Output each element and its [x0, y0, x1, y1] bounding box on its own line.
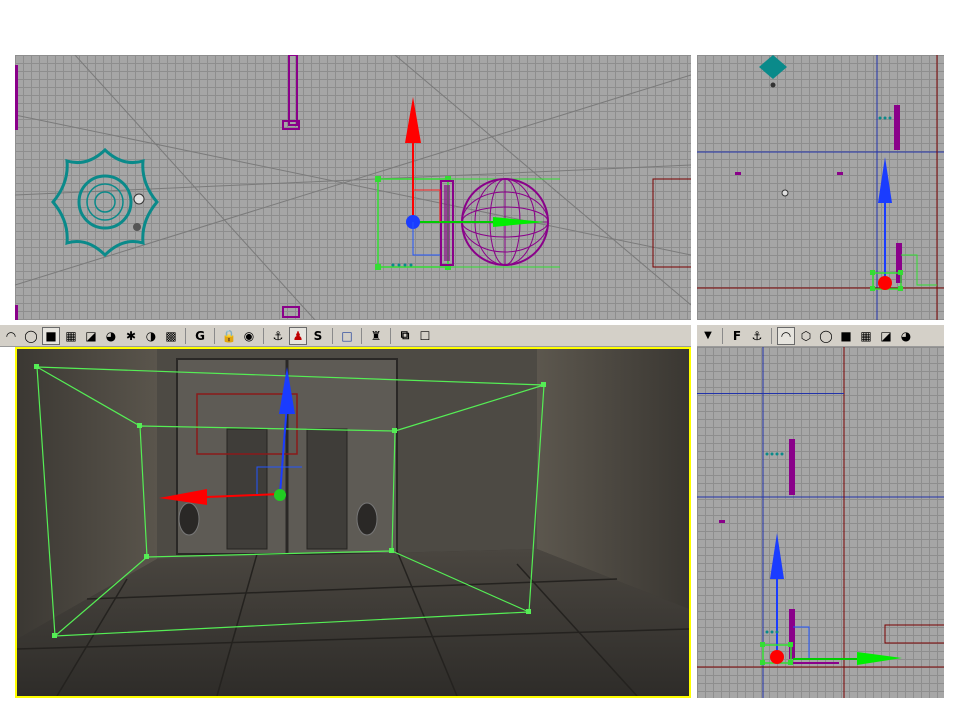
- lock-icon[interactable]: 🔒: [220, 327, 238, 345]
- lit-cube-icon[interactable]: ◪: [82, 327, 100, 345]
- top-view-canvas: [15, 55, 691, 320]
- wireframe-sphere-icon[interactable]: ◠: [2, 327, 20, 345]
- solid-cube-icon[interactable]: ■: [837, 327, 855, 345]
- sphere-outline-icon[interactable]: ◯: [817, 327, 835, 345]
- teal-mesh-icon: [759, 55, 787, 79]
- window-icon[interactable]: □: [338, 327, 356, 345]
- toolbar-separator: [185, 327, 186, 344]
- restore-icon[interactable]: ⧉: [396, 327, 414, 345]
- filter-button[interactable]: F: [728, 327, 746, 345]
- camera-icon[interactable]: ♜: [367, 327, 385, 345]
- wireframe-cube-icon[interactable]: ⬡: [797, 327, 815, 345]
- actor-icon[interactable]: ⚓: [269, 327, 287, 345]
- group-button[interactable]: G: [191, 327, 209, 345]
- side-view[interactable]: [697, 55, 944, 320]
- viewport-menu-button[interactable]: ▼: [699, 327, 717, 345]
- front-toolbar: ▼ F ⚓ ◠ ⬡ ◯ ■ ▦ ◪ ◕: [697, 325, 944, 347]
- eye-icon[interactable]: ◉: [240, 327, 258, 345]
- toolbar-separator: [361, 327, 362, 344]
- textured-cube-icon[interactable]: ▦: [62, 327, 80, 345]
- zone-icon[interactable]: ✱: [122, 327, 140, 345]
- perspective-view[interactable]: [15, 347, 691, 698]
- maximize-icon[interactable]: ☐: [416, 327, 434, 345]
- red-actor-icon[interactable]: ♟: [289, 326, 307, 345]
- toolbar-separator: [771, 327, 772, 344]
- actor-icon[interactable]: ⚓: [748, 327, 766, 345]
- toolbar-separator: [263, 327, 264, 344]
- toolbar-separator: [722, 327, 723, 344]
- toolbar-separator: [332, 327, 333, 344]
- front-view-canvas: [697, 347, 944, 698]
- lighting-icon[interactable]: ◑: [142, 327, 160, 345]
- textured-cube-icon[interactable]: ▦: [857, 327, 875, 345]
- texture-usage-icon[interactable]: ▩: [162, 327, 180, 345]
- toolbar-separator: [214, 327, 215, 344]
- sphere-outline-icon[interactable]: ◯: [22, 327, 40, 345]
- shaded-sphere-icon[interactable]: ◕: [897, 327, 915, 345]
- front-view[interactable]: [697, 347, 944, 698]
- shaded-sphere-icon[interactable]: ◕: [102, 327, 120, 345]
- solid-cube-icon[interactable]: ■: [42, 326, 60, 345]
- snap-button[interactable]: S: [309, 327, 327, 345]
- perspective-toolbar: ◠ ◯ ■ ▦ ◪ ◕ ✱ ◑ ▩ G 🔒 ◉ ⚓ ♟ S □ ♜ ⧉ ☐: [0, 325, 691, 347]
- perspective-canvas: [17, 349, 689, 696]
- wireframe-sphere-icon[interactable]: ◠: [777, 326, 795, 345]
- lit-cube-icon[interactable]: ◪: [877, 327, 895, 345]
- top-view[interactable]: [15, 55, 691, 320]
- side-view-canvas: [697, 55, 944, 320]
- toolbar-separator: [390, 327, 391, 344]
